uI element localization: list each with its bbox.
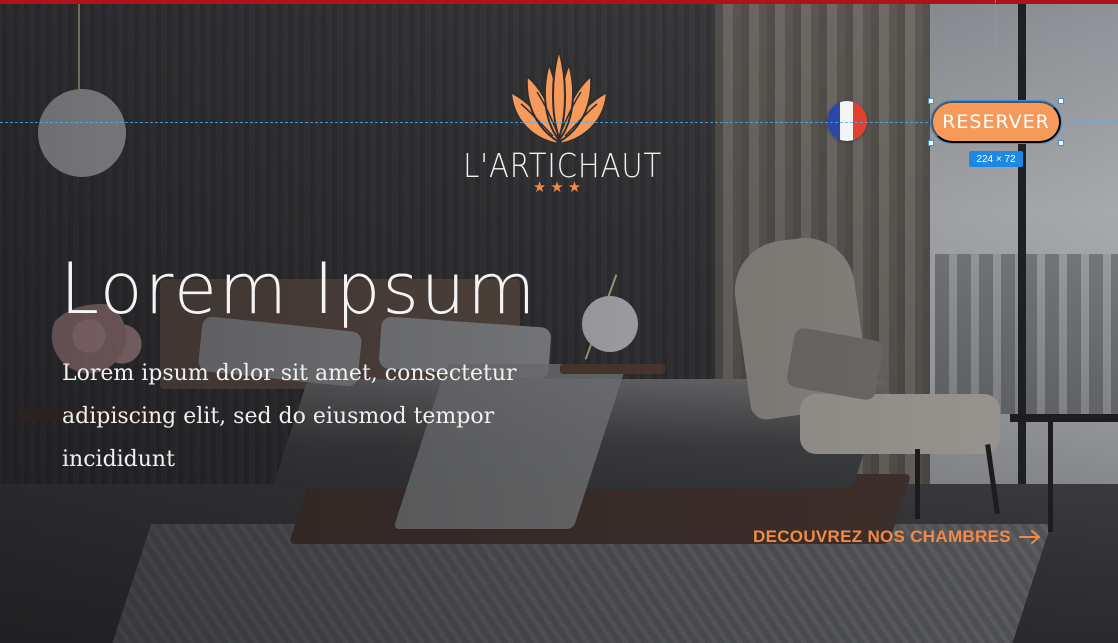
discover-rooms-label: DECOUVREZ NOS CHAMBRES xyxy=(753,527,1011,546)
alignment-guide-vertical xyxy=(995,0,996,100)
resize-handle-bottom-left[interactable] xyxy=(928,140,934,146)
reserve-button[interactable]: RESERVER xyxy=(930,100,1062,144)
discover-rooms-link[interactable]: DECOUVREZ NOS CHAMBRES xyxy=(753,527,1041,547)
hotel-star-rating: ★★★ xyxy=(532,179,586,196)
selection-size-badge: 224 × 72 xyxy=(969,151,1023,167)
arrow-right-icon xyxy=(1018,530,1040,544)
resize-handle-bottom-right[interactable] xyxy=(1058,140,1064,146)
language-flag-icon[interactable] xyxy=(827,101,867,141)
artichoke-logo-icon xyxy=(509,48,609,146)
resize-handle-top-left[interactable] xyxy=(928,98,934,104)
brand-logo[interactable]: L'ARTICHAUT ★★★ xyxy=(450,48,668,198)
hero-title: Lorem Ipsum xyxy=(60,248,538,330)
hero-description: Lorem ipsum dolor sit amet, consectetur … xyxy=(62,361,517,472)
resize-handle-top-right[interactable] xyxy=(1058,98,1064,104)
